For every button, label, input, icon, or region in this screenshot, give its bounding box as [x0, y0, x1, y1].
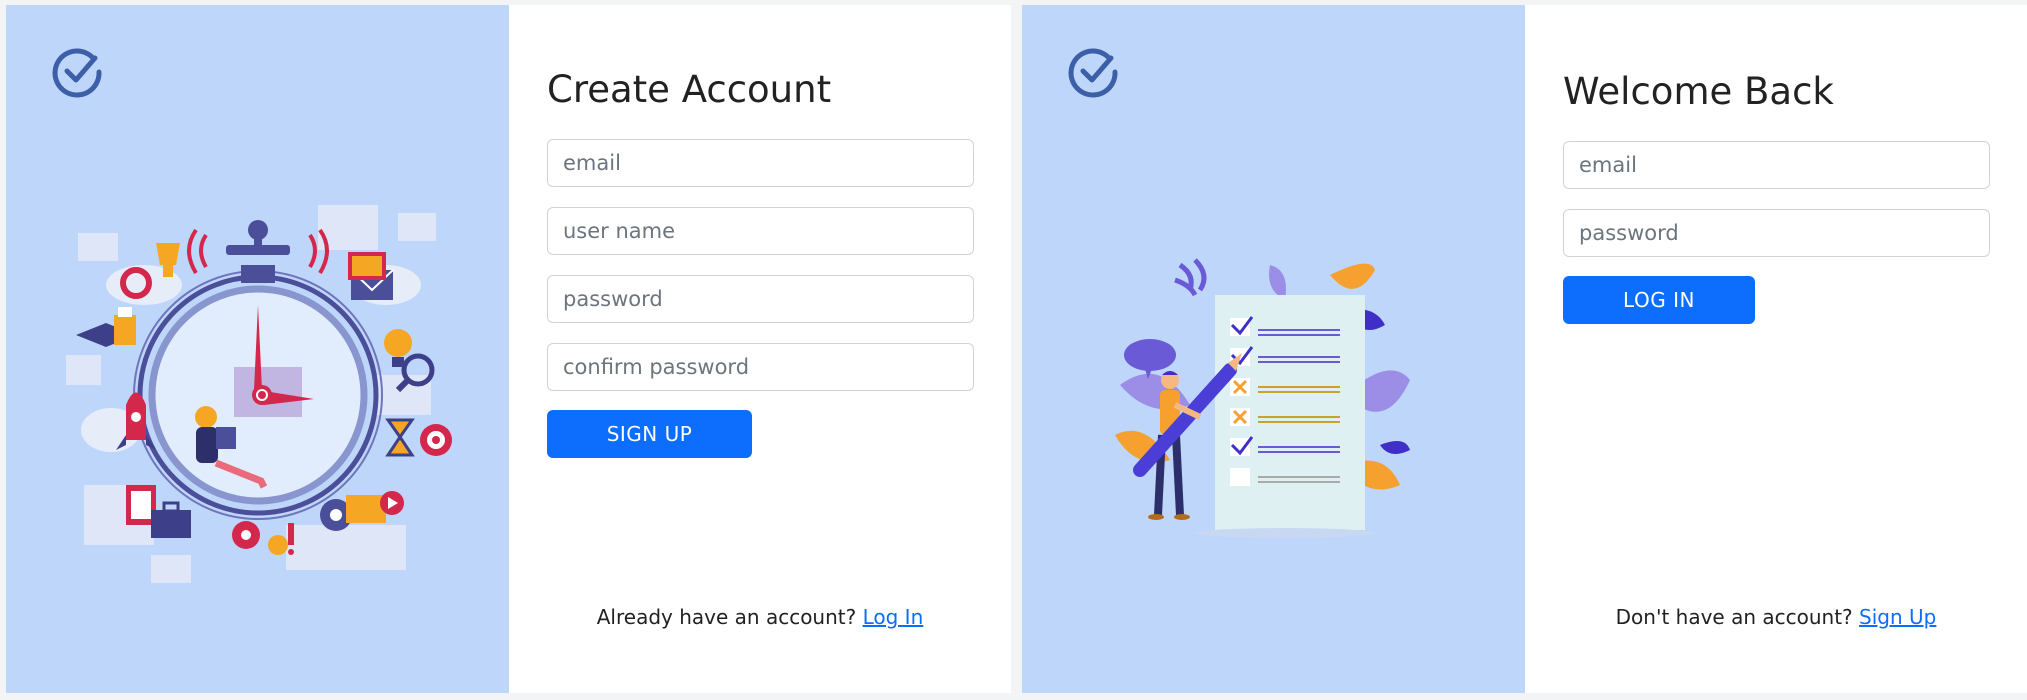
signup-username-input[interactable] [547, 207, 974, 255]
signup-title: Create Account [547, 68, 832, 111]
check-circle-icon [52, 48, 102, 98]
login-button[interactable]: LOG IN [1563, 276, 1755, 324]
login-illustration-panel [1022, 5, 1525, 693]
signup-form-panel: Create Account SIGN UP Already have an a… [509, 5, 1011, 693]
signup-screen: Create Account SIGN UP Already have an a… [6, 5, 1011, 693]
stopwatch-illustration [66, 205, 452, 583]
check-circle-icon [1068, 48, 1118, 98]
signup-prompt-text: Don't have an account? [1615, 605, 1853, 629]
login-form-panel: Welcome Back LOG IN Don't have an accoun… [1525, 5, 2027, 693]
login-email-input[interactable] [1563, 141, 1990, 189]
login-password-input[interactable] [1563, 209, 1990, 257]
signup-confirm-password-input[interactable] [547, 343, 974, 391]
checklist-illustration [1115, 258, 1410, 538]
signup-password-input[interactable] [547, 275, 974, 323]
signup-illustration-panel [6, 5, 509, 693]
signup-link[interactable]: Sign Up [1859, 605, 1936, 629]
login-link[interactable]: Log In [863, 605, 924, 629]
signup-button[interactable]: SIGN UP [547, 410, 752, 458]
signup-email-input[interactable] [547, 139, 974, 187]
signup-prompt: Don't have an account? Sign Up [1525, 605, 2027, 629]
login-prompt-text: Already have an account? [596, 605, 857, 629]
login-prompt: Already have an account? Log In [509, 605, 1011, 629]
login-screen: Welcome Back LOG IN Don't have an accoun… [1022, 5, 2027, 693]
login-title: Welcome Back [1563, 70, 1834, 113]
